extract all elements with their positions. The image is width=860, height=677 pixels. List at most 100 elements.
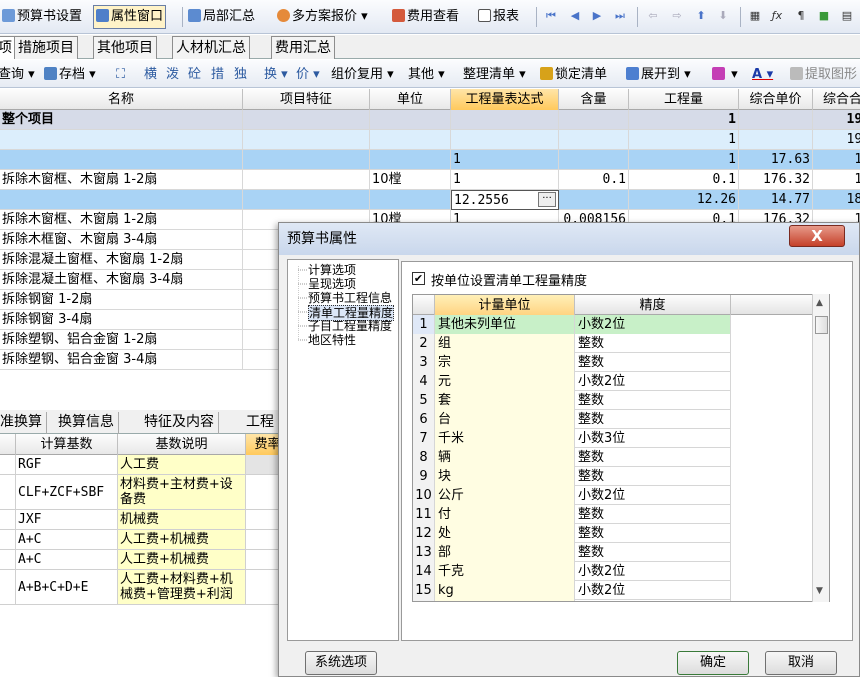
- cell-unit[interactable]: 其他未列单位: [435, 315, 575, 334]
- precision-row[interactable]: 5 套整数: [413, 391, 731, 410]
- cell-desc[interactable]: 材料费+主材费+设备费: [118, 475, 246, 509]
- tab-conversion-info[interactable]: 换算信息: [54, 412, 119, 434]
- cell-precision[interactable]: 小数3位: [575, 429, 731, 448]
- precision-row[interactable]: 12 处整数: [413, 524, 731, 543]
- cell-content[interactable]: 0.1: [559, 170, 629, 190]
- cell-unit[interactable]: 千克: [435, 562, 575, 581]
- table-row[interactable]: RGF 人工费: [0, 455, 290, 475]
- tree-item-project-info[interactable]: 预算书工程信息: [308, 291, 392, 305]
- precision-row[interactable]: 4 元小数2位: [413, 372, 731, 391]
- bottom-col-base[interactable]: 计算基数: [16, 434, 118, 455]
- precision-row[interactable]: 7 千米 小数3位: [413, 429, 731, 448]
- next-icon[interactable]: ▶: [590, 9, 604, 23]
- precision-row[interactable]: 16吨小数3位: [413, 600, 731, 601]
- precision-row[interactable]: 10 公斤 小数2位: [413, 486, 731, 505]
- system-options-button[interactable]: 系统选项: [305, 651, 377, 675]
- price-button[interactable]: 价 ▾: [296, 65, 320, 85]
- cell-name[interactable]: 整个项目: [0, 110, 243, 130]
- cell-unit[interactable]: 公斤: [435, 486, 575, 505]
- col-unit[interactable]: 单位: [370, 89, 451, 110]
- cell-unit[interactable]: 组: [435, 334, 575, 353]
- budget-settings-button[interactable]: 预算书设置: [2, 6, 82, 28]
- cell-precision[interactable]: 小数3位: [575, 600, 731, 601]
- cell-feature[interactable]: [243, 190, 370, 210]
- cell-name[interactable]: 拆除木窗框、木窗扇 1-2扇: [0, 170, 243, 190]
- extract-shape-button[interactable]: 提取图形: [790, 65, 857, 85]
- tool-button-3[interactable]: 砼: [188, 65, 201, 85]
- cell-name[interactable]: 拆除塑钢、铝合金窗 1-2扇: [0, 330, 243, 350]
- col-quantity[interactable]: 工程量: [629, 89, 739, 110]
- sheet-icon[interactable]: ▤: [840, 9, 854, 23]
- cell-name[interactable]: 拆除塑钢、铝合金窗 3-4扇: [0, 350, 243, 370]
- cell-desc[interactable]: 人工费+机械费: [118, 550, 246, 569]
- cell-content[interactable]: [559, 150, 629, 170]
- cell-name[interactable]: 拆除木窗框、木窗扇 1-2扇: [0, 210, 243, 230]
- first-icon[interactable]: ⏮: [544, 9, 558, 23]
- cell-name[interactable]: [0, 190, 243, 210]
- col-feature[interactable]: 项目特征: [243, 89, 370, 110]
- cell-desc[interactable]: 机械费: [118, 510, 246, 529]
- cell-precision[interactable]: 整数: [575, 524, 731, 543]
- cell-expr[interactable]: [451, 130, 559, 150]
- precision-row[interactable]: 1 其他未列单位 小数2位: [413, 315, 731, 334]
- cell-qty[interactable]: 0.1: [629, 170, 739, 190]
- tab-fee-summary[interactable]: 费用汇总: [271, 36, 335, 59]
- table-row[interactable]: JXF 机械费: [0, 510, 290, 530]
- cell-desc[interactable]: 人工费+机械费: [118, 530, 246, 549]
- cell-precision[interactable]: 小数2位: [575, 315, 731, 334]
- tree-item-display-options[interactable]: 呈现选项: [308, 277, 356, 291]
- cell-unit[interactable]: [370, 130, 451, 150]
- cell-unit[interactable]: 付: [435, 505, 575, 524]
- bottom-col-desc[interactable]: 基数说明: [118, 434, 246, 455]
- cell-precision[interactable]: 整数: [575, 334, 731, 353]
- cell-feature[interactable]: [243, 170, 370, 190]
- cell-precision[interactable]: 整数: [575, 410, 731, 429]
- cell-total[interactable]: 17: [813, 150, 860, 170]
- cell-unit[interactable]: 元: [435, 372, 575, 391]
- precision-row[interactable]: 9 块整数: [413, 467, 731, 486]
- cell-total[interactable]: 17: [813, 170, 860, 190]
- cube-icon[interactable]: ■: [817, 9, 831, 23]
- precision-row[interactable]: 11 付整数: [413, 505, 731, 524]
- table-row[interactable]: A+C 人工费+机械费: [0, 550, 290, 570]
- cell-total[interactable]: 181: [813, 190, 860, 210]
- cell-unit[interactable]: 处: [435, 524, 575, 543]
- cell-qty[interactable]: 1: [629, 110, 739, 130]
- precision-row[interactable]: 3 宗整数: [413, 353, 731, 372]
- last-icon[interactable]: ⏭: [613, 9, 627, 23]
- tab-labor-material[interactable]: 人材机汇总: [172, 36, 250, 59]
- precision-scrollbar[interactable]: ▲ ▼: [812, 294, 829, 602]
- sort-list-button[interactable]: 整理清单 ▾: [463, 65, 526, 85]
- fee-view-button[interactable]: 费用查看: [392, 6, 459, 28]
- table-row[interactable]: A+B+C+D+E 人工费+材料费+机械费+管理费+利润: [0, 570, 290, 605]
- tree-item-region[interactable]: 地区特性: [308, 333, 356, 347]
- cell-unit[interactable]: 辆: [435, 448, 575, 467]
- precision-row[interactable]: 13 部整数: [413, 543, 731, 562]
- cell-name[interactable]: [0, 150, 243, 170]
- cell-unit[interactable]: 台: [435, 410, 575, 429]
- cell-desc[interactable]: 人工费: [118, 455, 246, 474]
- cell-name[interactable]: 拆除钢窗 3-4扇: [0, 310, 243, 330]
- cell-feature[interactable]: [243, 130, 370, 150]
- cell-price[interactable]: 14.77: [739, 190, 813, 210]
- tab-measures[interactable]: 措施项目: [14, 36, 78, 59]
- font-color-icon[interactable]: A ▾: [752, 65, 773, 85]
- col-unit-price[interactable]: 综合单价: [739, 89, 813, 110]
- cell-base[interactable]: A+B+C+D+E: [16, 570, 118, 604]
- tool-button-4[interactable]: 措: [211, 65, 224, 85]
- tab-engineering[interactable]: 工程: [242, 412, 279, 434]
- cell-unit[interactable]: 吨: [435, 600, 575, 601]
- table-row[interactable]: 12.255612.2614.77181···: [0, 190, 860, 210]
- cell-unit[interactable]: 宗: [435, 353, 575, 372]
- cell-name[interactable]: 拆除混凝土窗框、木窗扇 3-4扇: [0, 270, 243, 290]
- ok-button[interactable]: 确定: [677, 651, 749, 675]
- cell-expr[interactable]: [451, 110, 559, 130]
- tree-item-calc-options[interactable]: 计算选项: [308, 263, 356, 277]
- cell-name[interactable]: 拆除钢窗 1-2扇: [0, 290, 243, 310]
- table-row[interactable]: 整个项目 1 198: [0, 110, 860, 130]
- table-row[interactable]: CLF+ZCF+SBF 材料费+主材费+设备费: [0, 475, 290, 510]
- fill-color-button[interactable]: ▾: [712, 65, 738, 85]
- col-name[interactable]: 名称: [0, 89, 243, 110]
- formula-icon[interactable]: ƒx: [770, 9, 784, 23]
- partial-summary-button[interactable]: 局部汇总: [188, 6, 255, 28]
